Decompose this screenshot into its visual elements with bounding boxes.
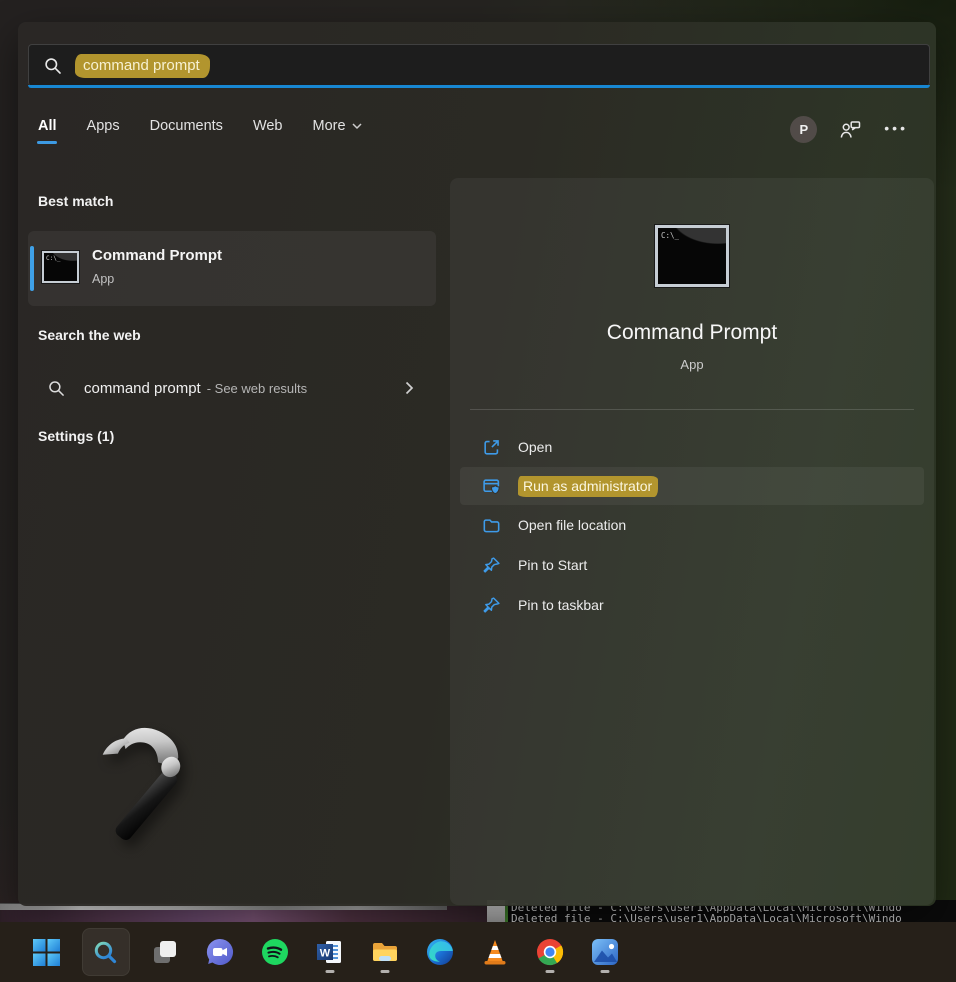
search-query-text: command prompt — [75, 54, 210, 78]
vlc-button[interactable] — [475, 928, 515, 976]
running-indicator — [380, 970, 389, 973]
start-button[interactable] — [27, 928, 67, 976]
divider — [470, 409, 914, 410]
selection-accent-bar — [30, 246, 34, 291]
tab-documents[interactable]: Documents — [150, 118, 223, 144]
preview-title: Command Prompt — [450, 321, 934, 345]
search-button[interactable] — [82, 928, 130, 976]
search-the-web-header: Search the web — [38, 327, 141, 343]
chevron-down-icon — [352, 123, 362, 130]
feedback-icon[interactable] — [839, 119, 862, 141]
action-pin-to-taskbar[interactable]: Pin to taskbar — [450, 585, 934, 625]
windows-logo-icon — [33, 939, 60, 966]
chrome-button[interactable] — [530, 928, 570, 976]
vlc-icon — [480, 937, 510, 967]
running-indicator — [545, 970, 554, 973]
best-match-header: Best match — [38, 193, 113, 209]
search-icon — [44, 57, 62, 75]
result-preview-pane: C:\_ Command Prompt App Open Run as admi… — [450, 178, 934, 905]
pin-icon — [482, 556, 501, 575]
search-focus-underline — [28, 85, 930, 88]
chat-button[interactable] — [200, 928, 240, 976]
tab-more[interactable]: More — [313, 118, 362, 144]
action-open[interactable]: Open — [450, 427, 934, 467]
search-icon — [48, 380, 65, 397]
action-label: Open file location — [518, 517, 626, 533]
command-prompt-icon-large: C:\_ — [655, 225, 729, 287]
tab-all[interactable]: All — [38, 118, 57, 144]
best-match-result[interactable]: C:\_ Command Prompt App — [28, 231, 436, 306]
running-indicator — [600, 970, 609, 973]
action-label: Open — [518, 439, 552, 455]
folder-icon — [482, 516, 501, 535]
best-match-title: Command Prompt — [92, 247, 222, 264]
open-external-icon — [482, 438, 501, 457]
preview-subtitle: App — [450, 357, 934, 372]
pin-icon — [482, 596, 501, 615]
action-label: Run as administrator — [518, 478, 658, 494]
spotify-icon — [260, 937, 290, 967]
best-match-subtitle: App — [92, 272, 114, 286]
word-icon: W — [315, 937, 345, 967]
word-button[interactable]: W — [310, 928, 350, 976]
action-list: Open Run as administrator Open file loca… — [450, 427, 934, 625]
web-search-result[interactable]: command prompt - See web results — [28, 366, 436, 410]
action-run-as-administrator[interactable]: Run as administrator — [460, 467, 924, 505]
running-indicator — [325, 970, 334, 973]
chat-icon — [205, 937, 235, 967]
edge-button[interactable] — [420, 928, 460, 976]
task-view-icon — [151, 938, 179, 966]
settings-header: Settings (1) — [38, 428, 114, 444]
spotify-button[interactable] — [255, 928, 295, 976]
action-pin-to-start[interactable]: Pin to Start — [450, 545, 934, 585]
search-filter-tabs: All Apps Documents Web More — [38, 118, 362, 144]
edge-icon — [425, 937, 455, 967]
user-avatar[interactable]: P — [790, 116, 817, 143]
web-result-query: command prompt — [84, 380, 201, 397]
file-explorer-icon — [370, 937, 400, 967]
search-icon — [92, 939, 119, 966]
hammer-cursor-graphic — [84, 716, 208, 840]
file-explorer-button[interactable] — [365, 928, 405, 976]
task-view-button[interactable] — [145, 928, 185, 976]
photos-button[interactable] — [585, 928, 625, 976]
tab-web[interactable]: Web — [253, 118, 283, 144]
tab-apps[interactable]: Apps — [87, 118, 120, 144]
chevron-right-icon — [405, 381, 414, 395]
more-options-icon[interactable]: ••• — [884, 120, 908, 139]
admin-shield-icon — [482, 477, 501, 496]
command-prompt-icon: C:\_ — [42, 251, 79, 283]
action-open-file-location[interactable]: Open file location — [450, 505, 934, 545]
web-result-suffix: - See web results — [207, 381, 307, 396]
photos-icon — [590, 937, 620, 967]
taskbar: W — [0, 922, 956, 982]
search-input[interactable]: command prompt — [28, 44, 930, 86]
chrome-icon — [535, 937, 565, 967]
svg-text:W: W — [319, 948, 330, 960]
action-label: Pin to taskbar — [518, 597, 604, 613]
action-label: Pin to Start — [518, 557, 587, 573]
